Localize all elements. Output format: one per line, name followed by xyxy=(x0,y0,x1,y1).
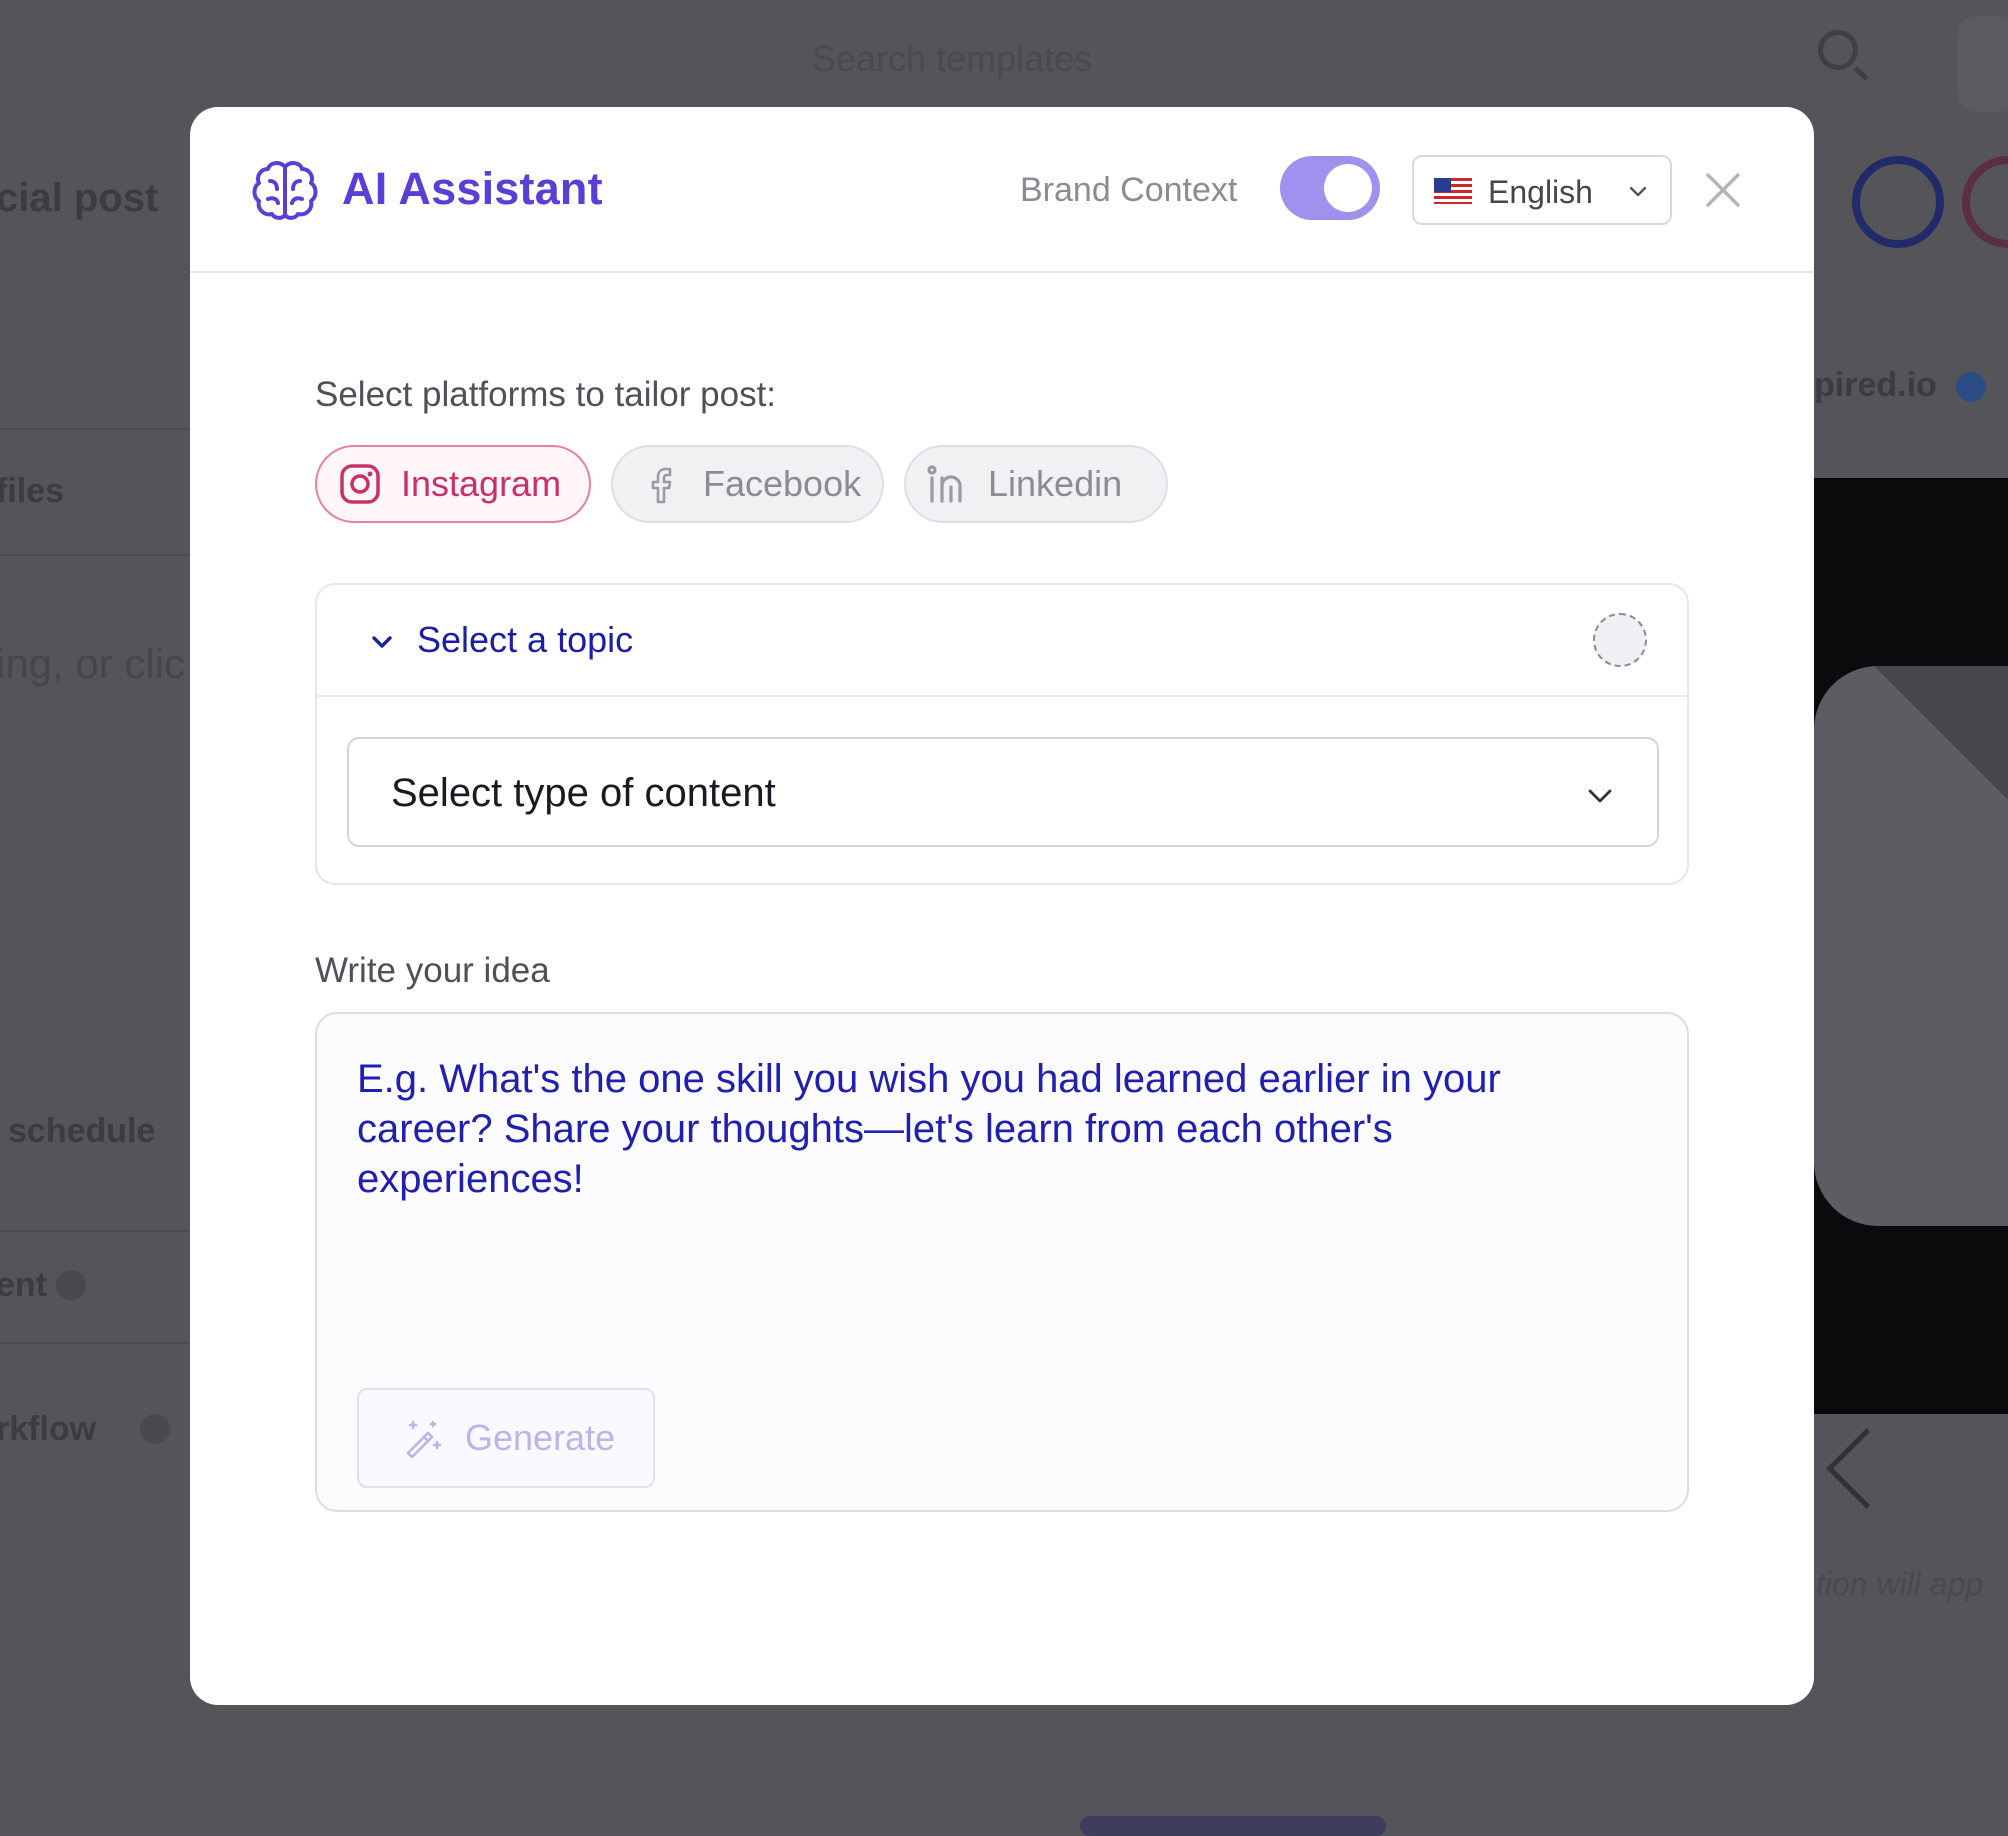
chevron-down-icon xyxy=(372,636,392,648)
preview-account-name: pired.io xyxy=(1814,366,1937,404)
generate-label: Generate xyxy=(465,1417,616,1458)
background-post-title: cial post xyxy=(0,176,159,220)
topic-panel: Select a topic Select type of content xyxy=(315,583,1689,885)
platform-linkedin-button[interactable]: Linkedin xyxy=(904,445,1168,523)
background-divider xyxy=(0,428,190,430)
preview-hint: tion will app xyxy=(1816,1566,1984,1602)
language-select[interactable]: English xyxy=(1412,155,1672,225)
platform-linkedin-label: Linkedin xyxy=(988,463,1123,504)
platforms-label: Select platforms to tailor post: xyxy=(315,375,777,414)
idea-placeholder: E.g. What's the one skill you wish you h… xyxy=(357,1057,1501,1201)
linkedin-icon xyxy=(927,465,962,503)
info-icon xyxy=(140,1414,170,1444)
profile-avatar xyxy=(1852,156,1944,248)
background-profiles-label: files xyxy=(0,472,65,510)
background-workflow-label: rkflow xyxy=(0,1410,97,1448)
generate-button[interactable]: Generate xyxy=(357,1388,655,1488)
profile-avatar xyxy=(1962,156,2008,248)
idea-textarea[interactable]: E.g. What's the one skill you wish you h… xyxy=(315,1012,1689,1512)
background-divider xyxy=(0,1342,190,1344)
idea-label: Write your idea xyxy=(315,951,550,990)
modal-title: AI Assistant xyxy=(342,163,603,214)
verified-icon xyxy=(1956,372,1986,402)
background-divider xyxy=(0,1230,190,1232)
content-type-select[interactable]: Select type of content xyxy=(347,737,1659,847)
content-type-placeholder: Select type of content xyxy=(391,771,776,815)
topic-label: Select a topic xyxy=(417,619,634,660)
modal-header: AI Assistant Brand Context English xyxy=(190,107,1814,273)
facebook-icon xyxy=(651,467,672,504)
ai-assistant-modal: AI Assistant Brand Context English Selec… xyxy=(190,107,1814,1705)
loading-spinner-icon xyxy=(1593,613,1647,667)
brain-icon xyxy=(252,161,318,220)
search-icon xyxy=(1818,30,1858,70)
background-schedule-label: schedule xyxy=(8,1112,156,1150)
toggle-knob xyxy=(1324,164,1372,212)
platform-facebook-button[interactable]: Facebook xyxy=(611,445,884,523)
us-flag-icon xyxy=(1434,178,1472,204)
chevron-down-icon xyxy=(1588,789,1612,803)
chevron-down-icon xyxy=(1629,186,1647,197)
brand-context-label: Brand Context xyxy=(1020,171,1238,209)
language-label: English xyxy=(1488,174,1593,210)
magic-wand-icon xyxy=(406,1420,442,1458)
topic-toggle[interactable]: Select a topic xyxy=(317,585,1687,697)
platform-instagram-label: Instagram xyxy=(401,463,562,504)
search-templates-input: Search templates xyxy=(812,38,1093,79)
info-icon xyxy=(56,1270,86,1300)
platform-instagram-button[interactable]: Instagram xyxy=(315,445,591,523)
background-editor-hint: ing, or clic xyxy=(0,640,186,687)
brand-context-toggle[interactable] xyxy=(1280,156,1380,220)
post-preview-media xyxy=(1812,478,2008,1414)
close-icon[interactable] xyxy=(1702,169,1744,211)
instagram-icon xyxy=(340,464,380,504)
platform-facebook-label: Facebook xyxy=(703,463,862,504)
background-ent-label: ent xyxy=(0,1266,47,1304)
send-icon xyxy=(1826,1428,1907,1509)
background-bottom-button xyxy=(1080,1816,1386,1836)
background-divider xyxy=(0,554,190,556)
background-corner-button xyxy=(1958,16,2008,112)
